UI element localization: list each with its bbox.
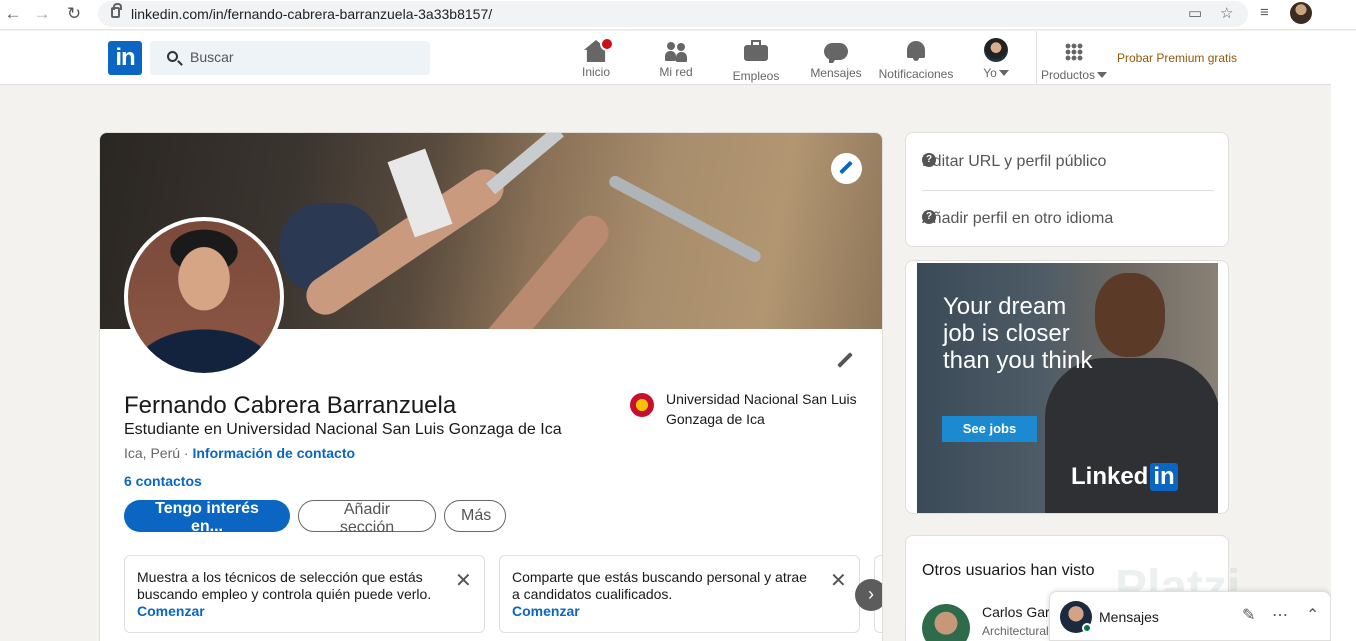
university-logo[interactable] — [630, 393, 654, 417]
search-icon — [167, 51, 178, 62]
bell-icon — [907, 41, 925, 61]
browser-profile-avatar[interactable] — [1290, 2, 1312, 24]
nav-label: Notificaciones — [878, 67, 954, 81]
premium-link[interactable]: Probar Premium gratis — [1117, 51, 1237, 65]
close-icon[interactable]: ✕ — [455, 568, 472, 593]
carousel-next-button[interactable]: › — [855, 579, 882, 611]
nav-label: Mensajes — [810, 66, 862, 80]
media-icon[interactable]: ≡ — [1260, 4, 1269, 21]
banner-photo-detail — [607, 173, 763, 265]
more-button[interactable]: Más — [444, 500, 506, 532]
open-to-button[interactable]: Tengo interés en... — [124, 500, 290, 535]
location-text: Ica, Perú · — [124, 445, 189, 461]
messaging-icon — [824, 43, 848, 63]
ad-headline: Your dream job is closer than you think — [943, 293, 1093, 374]
university-link[interactable]: Universidad Nacional San Luis Gonzaga de… — [666, 389, 866, 429]
more-icon[interactable]: ⋯ — [1272, 605, 1288, 625]
edit-url-link[interactable]: Editar URL y perfil público ? — [922, 133, 1214, 189]
person-subtitle: Architectural — [982, 624, 1049, 638]
tip-text: Comparte que estás buscando personal y a… — [512, 569, 812, 603]
online-status-icon — [1082, 623, 1092, 633]
messaging-bar[interactable]: Mensajes ✎ ⋯ ⌃ — [1049, 591, 1331, 641]
contact-info-link[interactable]: Información de contacto — [192, 445, 355, 461]
pencil-icon — [837, 352, 853, 368]
chevron-down-icon — [1097, 72, 1108, 78]
tip-text: Muestra a los técnicos de selección que … — [137, 569, 437, 603]
banner-photo-detail — [486, 133, 564, 195]
nav-label: Inicio — [581, 65, 610, 79]
banner-photo-detail — [454, 208, 616, 329]
search-box[interactable] — [150, 41, 430, 75]
add-language-label: Añadir perfil en otro idioma — [922, 210, 1114, 227]
linkedin-header: in Inicio Mi red Empleos Mensajes Notifi… — [0, 31, 1331, 85]
network-icon — [664, 40, 688, 62]
help-icon[interactable]: ? — [922, 153, 936, 167]
avatar — [984, 38, 1008, 62]
arrow-right-icon[interactable]: → — [31, 4, 53, 24]
edit-url-label: Editar URL y perfil público — [922, 153, 1107, 170]
notification-badge — [600, 37, 614, 51]
profile-headline: Estudiante en Universidad Nacional San L… — [124, 421, 562, 438]
nav-network[interactable]: Mi red — [636, 35, 716, 81]
edit-intro-button[interactable] — [835, 349, 855, 369]
pencil-icon — [839, 160, 853, 175]
nav-label: Mi red — [659, 65, 693, 79]
ad-card: Your dream job is closer than you think … — [905, 260, 1229, 514]
nav-messaging[interactable]: Mensajes — [796, 35, 876, 81]
search-input[interactable] — [190, 49, 410, 65]
open-to-work-card: Muestra a los técnicos de selección que … — [124, 555, 485, 633]
nav-notifications[interactable]: Notificaciones — [876, 35, 956, 81]
chevron-down-icon — [998, 70, 1009, 76]
nav-me[interactable]: Yo — [956, 35, 1036, 81]
profile-card: Fernando Cabrera Barranzuela Estudiante … — [99, 132, 883, 641]
profile-photo[interactable] — [124, 217, 284, 377]
ad-image[interactable]: Your dream job is closer than you think … — [917, 263, 1218, 513]
add-section-button[interactable]: Añadir sección — [298, 500, 436, 536]
address-bar[interactable]: linkedin.com/in/fernando-cabrera-barranz… — [98, 1, 1248, 27]
profile-settings-card: Editar URL y perfil público ? Añadir per… — [905, 132, 1229, 247]
help-icon[interactable]: ? — [922, 210, 936, 224]
chevron-up-icon[interactable]: ⌃ — [1306, 605, 1319, 625]
nav-home[interactable]: Inicio — [556, 35, 636, 81]
nav-jobs[interactable]: Empleos — [716, 35, 796, 83]
linkedin-logo[interactable]: in — [108, 41, 142, 75]
edit-banner-button[interactable] — [831, 153, 862, 184]
nav-label: Empleos — [732, 69, 780, 83]
briefcase-icon — [744, 40, 768, 61]
lock-icon — [111, 3, 122, 18]
url-text: linkedin.com/in/fernando-cabrera-barranz… — [131, 6, 493, 22]
scrollbar[interactable] — [1331, 31, 1356, 641]
tip-text-bold: Comparte que estás buscando personal — [512, 569, 761, 585]
cast-icon[interactable]: ▭ — [1188, 4, 1202, 22]
arrow-left-icon[interactable]: ← — [2, 4, 24, 24]
connections-link[interactable]: 6 contactos — [124, 473, 202, 489]
hiring-card: Comparte que estás buscando personal y a… — [499, 555, 860, 633]
person-name[interactable]: Carlos Garc — [982, 604, 1057, 620]
profile-name: Fernando Cabrera Barranzuela — [124, 392, 457, 419]
ad-linkedin-logo: Linked in — [1071, 463, 1178, 491]
browser-toolbar: ← → ↻ linkedin.com/in/fernando-cabrera-b… — [0, 0, 1356, 30]
nav-label: Productos — [1040, 68, 1096, 82]
close-icon[interactable]: ✕ — [830, 568, 847, 593]
avatar[interactable] — [922, 604, 970, 641]
nav-products[interactable]: Productos — [1036, 35, 1112, 82]
compose-icon[interactable]: ✎ — [1242, 605, 1255, 625]
start-link[interactable]: Comenzar — [512, 603, 580, 619]
reload-icon[interactable]: ↻ — [63, 4, 85, 24]
ad-logo-in: in — [1150, 463, 1178, 491]
start-link[interactable]: Comenzar — [137, 603, 205, 619]
ad-logo-word: Linked — [1071, 463, 1149, 490]
add-language-link[interactable]: Añadir perfil en otro idioma ? — [922, 190, 1214, 246]
messaging-label: Mensajes — [1099, 609, 1159, 625]
profile-location: Ica, Perú · Información de contacto — [124, 445, 355, 461]
star-icon[interactable]: ☆ — [1220, 4, 1233, 22]
see-jobs-button[interactable]: See jobs — [942, 416, 1037, 442]
section-title: Otros usuarios han visto — [922, 562, 1095, 579]
grid-icon — [1065, 43, 1083, 61]
ad-person-head — [1095, 273, 1165, 357]
nav-label: Yo — [983, 66, 997, 80]
tip-text-rest: y controla quién puede verlo. — [247, 586, 432, 602]
